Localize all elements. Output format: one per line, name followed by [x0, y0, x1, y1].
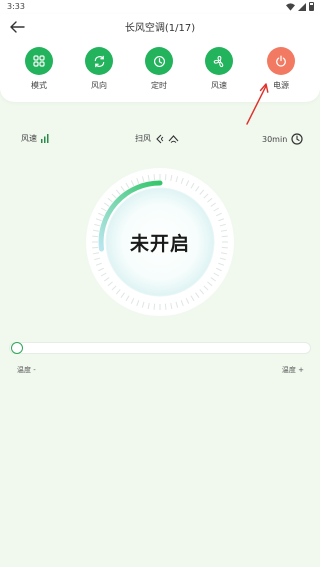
- swing-left-right-icon: [156, 134, 164, 143]
- wifi-icon: [286, 2, 295, 11]
- power-status-text: 未开启: [129, 232, 190, 255]
- slider-track: [9, 342, 311, 354]
- temperature-minus-button[interactable]: 温度 -: [17, 365, 36, 375]
- swing-up-down-icon: [168, 135, 179, 143]
- fan-speed-indicator: 风速: [21, 133, 49, 144]
- temperature-slider[interactable]: [9, 340, 311, 356]
- page-title: 长风空调(1/17): [124, 23, 196, 34]
- timer-value: 30min: [262, 134, 288, 144]
- clock-icon: [291, 133, 303, 145]
- wind-direction-circle: [85, 47, 113, 75]
- swing-rotate-icon: [94, 55, 104, 67]
- swing-indicator: 扫风: [135, 133, 179, 144]
- timer-circle: [145, 47, 173, 75]
- timer-button[interactable]: 定时: [134, 47, 184, 91]
- timer-label: 定时: [151, 81, 167, 90]
- annotation-arrow-icon: [246, 83, 269, 125]
- fan-speed-label: 风速: [211, 81, 227, 90]
- battery-icon: [309, 2, 314, 11]
- slider-thumb[interactable]: [11, 342, 23, 354]
- signal-icon: [298, 2, 306, 11]
- power-circle: [267, 47, 295, 75]
- mode-label: 模式: [31, 81, 47, 90]
- fan-speed-button[interactable]: 风速: [194, 47, 244, 91]
- fan-speed-text: 风速: [21, 134, 37, 143]
- timer-clock-icon: [153, 55, 165, 67]
- fan-icon: [213, 55, 223, 67]
- wind-direction-label: 风向: [91, 81, 107, 90]
- signal-bars-icon: [41, 134, 49, 143]
- status-icons: [286, 2, 314, 11]
- wind-direction-button[interactable]: 风向: [74, 47, 124, 91]
- status-bar: 3:33: [0, 0, 320, 14]
- temperature-plus-button[interactable]: 温度 +: [282, 365, 304, 375]
- timer-indicator: 30min: [262, 133, 303, 145]
- swing-text: 扫风: [135, 134, 151, 143]
- status-time: 3:33: [7, 2, 25, 11]
- fan-speed-circle: [205, 47, 233, 75]
- mode-grid-icon: [33, 55, 45, 67]
- mode-circle: [25, 47, 53, 75]
- mode-button[interactable]: 模式: [14, 47, 64, 91]
- power-icon: [276, 55, 286, 67]
